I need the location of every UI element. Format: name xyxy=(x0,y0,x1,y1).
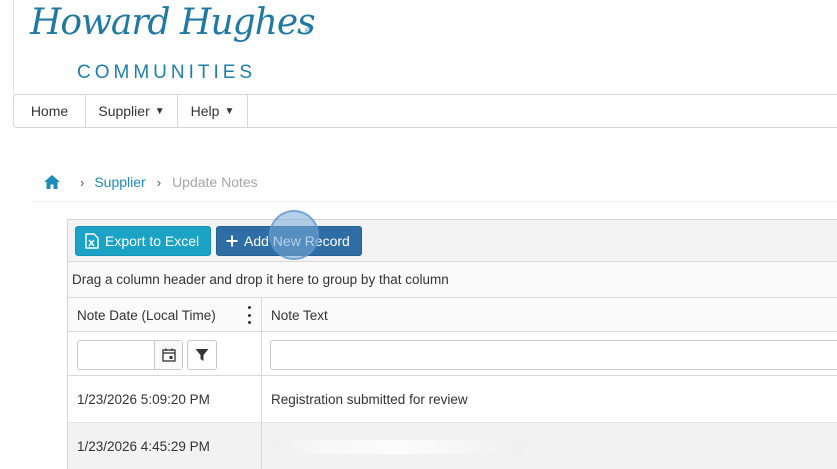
company-logo[interactable]: Howard Hughes ® COMMUNITIES xyxy=(30,2,320,86)
date-filter-input[interactable] xyxy=(77,340,183,370)
home-icon[interactable] xyxy=(42,172,62,192)
redacted-text xyxy=(271,439,526,454)
calendar-icon[interactable] xyxy=(154,341,182,369)
nav-item-help[interactable]: Help ▼ xyxy=(178,95,248,127)
group-by-drop-area[interactable]: Drag a column header and drop it here to… xyxy=(68,262,837,298)
column-header-label: Note Date (Local Time) xyxy=(77,307,216,323)
grid-filter-row xyxy=(68,332,837,376)
cell-note-text: Registration submitted for review xyxy=(271,392,468,407)
export-button-label: Export to Excel xyxy=(105,233,200,249)
cell-note-text-redacted xyxy=(262,423,837,469)
chevron-right-icon: › xyxy=(156,174,162,190)
date-filter-field[interactable] xyxy=(78,341,156,369)
cell-note-date: 1/23/2026 5:09:20 PM xyxy=(68,376,262,423)
nav-item-supplier[interactable]: Supplier ▼ xyxy=(86,95,178,127)
caret-down-icon: ▼ xyxy=(224,105,235,117)
export-to-excel-button[interactable]: Export to Excel xyxy=(75,226,211,256)
main-nav: Home Supplier ▼ Help ▼ xyxy=(13,94,837,128)
logo-subtitle: COMMUNITIES xyxy=(77,62,257,83)
nav-item-label: Home xyxy=(30,103,69,119)
add-button-label: Add New Record xyxy=(244,233,350,249)
nav-item-label: Help xyxy=(190,103,220,119)
grid-toolbar: Export to Excel Add New Record xyxy=(68,210,837,262)
add-new-record-button[interactable]: Add New Record xyxy=(216,226,362,256)
breadcrumb-current: Update Notes xyxy=(172,174,258,190)
note-text-filter-input[interactable] xyxy=(270,340,837,370)
page-left-border xyxy=(13,0,14,95)
plus-icon xyxy=(226,235,238,247)
column-header-label: Note Text xyxy=(271,307,328,323)
breadcrumb-link-supplier[interactable]: Supplier xyxy=(94,174,145,190)
group-by-hint: Drag a column header and drop it here to… xyxy=(72,272,449,287)
notes-grid: Export to Excel Add New Record Drag a co… xyxy=(67,210,837,469)
column-header-note-date[interactable]: Note Date (Local Time) xyxy=(68,298,262,332)
breadcrumb: › Supplier › Update Notes xyxy=(42,172,258,192)
column-header-note-text[interactable]: Note Text xyxy=(262,298,837,332)
chevron-right-icon: › xyxy=(80,174,85,190)
logo-script-text: Howard Hughes xyxy=(30,2,316,43)
grid-header-row: Note Date (Local Time) Note Text xyxy=(68,298,837,332)
cell-note-date: 1/23/2026 4:45:29 PM xyxy=(68,423,262,469)
caret-down-icon: ▼ xyxy=(154,105,165,117)
filter-cell-note-text xyxy=(262,332,837,376)
excel-file-icon xyxy=(85,233,99,249)
nav-item-home[interactable]: Home xyxy=(14,95,86,127)
logo-registered-mark: ® xyxy=(305,28,311,35)
table-row[interactable]: 1/23/2026 5:09:20 PM Registration submit… xyxy=(68,376,837,423)
table-row[interactable]: 1/23/2026 4:45:29 PM xyxy=(68,423,837,469)
filter-cell-note-date xyxy=(68,332,262,376)
filter-icon[interactable] xyxy=(187,340,217,370)
breadcrumb-divider xyxy=(32,201,837,202)
column-menu-icon[interactable] xyxy=(248,306,252,324)
nav-item-label: Supplier xyxy=(98,103,150,119)
